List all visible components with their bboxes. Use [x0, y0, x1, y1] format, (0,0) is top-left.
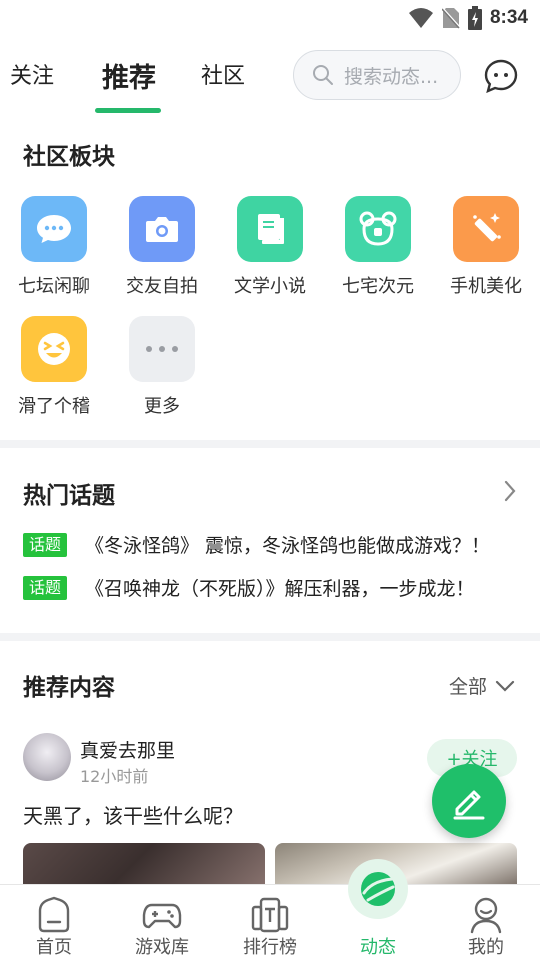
nav-home[interactable]: 首页 [0, 885, 108, 960]
bottom-nav: 首页 游戏库 排行榜 动态 我的 [0, 859, 540, 960]
hot-topics-title: 热门话题 [23, 483, 115, 509]
nav-label: 排行榜 [243, 937, 297, 958]
book-icon [237, 196, 303, 262]
nav-label: 游戏库 [135, 937, 189, 958]
search-icon [313, 65, 333, 85]
wifi-icon [408, 8, 433, 28]
brush-icon [453, 196, 519, 262]
more-dots-icon [129, 316, 195, 382]
category-label: 七坛闲聊 [18, 276, 90, 297]
nav-feed[interactable]: 动态 [324, 859, 432, 960]
category-selfie[interactable]: 交友自拍 [108, 196, 216, 298]
topic-badge: 话题 [23, 575, 68, 600]
post-username[interactable]: 真爱去那里 [80, 736, 175, 763]
topic-text: 《召唤神龙（不死版）》解压利器，一步成龙！ [85, 578, 475, 600]
topic-item[interactable]: 话题 《召唤神龙（不死版）》解压利器，一步成龙！ [23, 574, 475, 601]
ranking-icon [251, 897, 289, 933]
status-bar: 8:34 [0, 0, 540, 36]
bear-icon [345, 196, 411, 262]
category-beautify[interactable]: 手机美化 [432, 196, 540, 298]
topic-text: 《冬泳怪鸽》 震惊，冬泳怪鸽也能做成游戏？！ [85, 535, 491, 557]
search-input[interactable]: 搜索动态... [293, 50, 461, 100]
battery-icon [467, 6, 482, 30]
post-timestamp: 12小时前 [80, 767, 149, 786]
nav-label: 我的 [468, 937, 504, 958]
gamepad-icon [142, 903, 182, 929]
compose-button[interactable] [432, 764, 506, 838]
nav-profile[interactable]: 我的 [432, 885, 540, 960]
status-icons: 8:34 [408, 5, 528, 31]
category-label: 交友自拍 [126, 276, 198, 297]
category-literature[interactable]: 文学小说 [216, 196, 324, 298]
filter-label: 全部 [449, 676, 488, 698]
category-more[interactable]: 更多 [108, 316, 216, 418]
filter-dropdown[interactable]: 全部 [449, 672, 515, 699]
post-text[interactable]: 天黑了，该干些什么呢？ [23, 800, 243, 829]
nav-ranking[interactable]: 排行榜 [216, 885, 324, 960]
category-label: 手机美化 [450, 276, 522, 297]
community-section-title: 社区板块 [23, 144, 115, 170]
avatar[interactable] [23, 733, 71, 781]
message-icon[interactable] [484, 59, 518, 93]
chevron-down-icon [495, 680, 515, 692]
planet-icon [348, 859, 408, 919]
category-label: 滑了个稽 [18, 396, 90, 417]
nav-game-library[interactable]: 游戏库 [108, 885, 216, 960]
category-otaku[interactable]: 七宅次元 [324, 196, 432, 298]
section-divider [0, 440, 540, 448]
profile-icon [470, 897, 502, 934]
status-time: 8:34 [489, 7, 528, 28]
category-label: 更多 [144, 396, 180, 417]
category-label: 文学小说 [234, 276, 306, 297]
category-chat[interactable]: 七坛闲聊 [0, 196, 108, 298]
recommended-title: 推荐内容 [23, 675, 115, 701]
pencil-icon [453, 790, 485, 820]
active-tab-indicator [95, 108, 161, 113]
top-bar: 关注 推荐 社区 搜索动态... [0, 44, 540, 116]
funny-face-icon [21, 316, 87, 382]
tab-community[interactable]: 社区 [201, 58, 245, 90]
camera-icon [129, 196, 195, 262]
topic-item[interactable]: 话题 《冬泳怪鸽》 震惊，冬泳怪鸽也能做成游戏？！ [23, 531, 490, 558]
topic-badge: 话题 [23, 532, 68, 557]
section-divider [0, 633, 540, 641]
nav-label: 动态 [360, 937, 396, 958]
no-sim-icon [441, 7, 460, 29]
tab-follow[interactable]: 关注 [10, 58, 54, 90]
search-placeholder: 搜索动态... [344, 65, 439, 88]
category-funny[interactable]: 滑了个稽 [0, 316, 108, 418]
chat-bubble-icon [21, 196, 87, 262]
home-icon [38, 896, 70, 933]
category-label: 七宅次元 [342, 276, 414, 297]
chevron-right-icon[interactable] [502, 479, 518, 503]
tab-recommend[interactable]: 推荐 [102, 56, 156, 95]
nav-label: 首页 [36, 937, 72, 958]
